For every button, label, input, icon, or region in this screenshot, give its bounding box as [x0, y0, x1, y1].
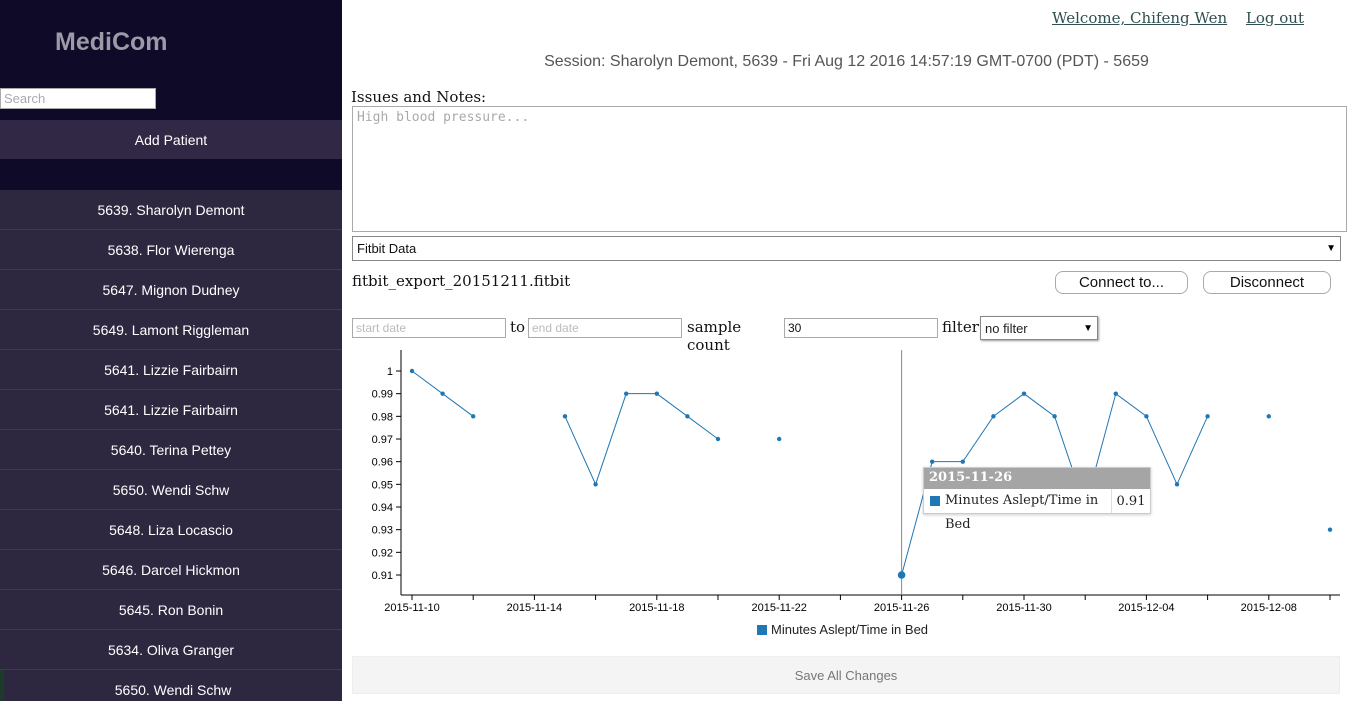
add-patient-button[interactable]: Add Patient: [0, 120, 342, 159]
data-point: [897, 571, 906, 579]
patient-list-item[interactable]: 5641. Lizzie Fairbairn: [0, 390, 342, 430]
data-point: [960, 459, 965, 464]
x-tick-label: 2015-12-08: [1241, 602, 1297, 614]
patient-list-item[interactable]: 5639. Sharolyn Demont: [0, 190, 342, 230]
to-label: to: [510, 318, 526, 336]
sample-count-input[interactable]: [784, 318, 938, 338]
y-tick-label: 0.94: [372, 502, 393, 514]
data-point: [440, 391, 445, 396]
search-input[interactable]: [0, 88, 156, 109]
data-point: [624, 391, 629, 396]
patient-list-item[interactable]: 5650. Wendi Schw: [0, 470, 342, 510]
x-tick-label: 2015-11-10: [384, 602, 439, 614]
data-point: [1205, 414, 1210, 419]
x-tick-label: 2015-11-18: [629, 602, 684, 614]
data-point: [1266, 414, 1271, 419]
y-tick-label: 0.91: [372, 570, 393, 582]
data-point: [409, 368, 415, 374]
session-info: Session: Sharolyn Demont, 5639 - Fri Aug…: [544, 53, 1149, 70]
x-tick-label: 2015-12-04: [1118, 602, 1174, 614]
fitbit-chart[interactable]: 0.91 0.92 0.93 0.94 0.95 0.96 0.97 0.98 0.99 1 201…: [352, 346, 1344, 616]
save-all-button[interactable]: Save All Changes: [352, 656, 1340, 694]
x-tick-label: 2015-11-30: [996, 602, 1051, 614]
x-tick-label: 2015-11-14: [507, 602, 562, 614]
data-point: [654, 391, 659, 396]
patient-list-item[interactable]: 5634. Oliva Granger: [0, 630, 342, 670]
tooltip-series-name: Minutes Aslept/Time in Bed: [945, 489, 1112, 532]
data-point: [1327, 527, 1333, 532]
data-point: [715, 436, 721, 442]
tooltip-row: Minutes Aslept/Time in Bed 0.91: [924, 489, 1150, 532]
x-tick-label: 2015-11-26: [874, 602, 929, 614]
y-tick-label: 0.95: [372, 479, 393, 491]
sidebar: MediCom Add Patient 5639. Sharolyn Demon…: [0, 0, 342, 701]
y-tick-label: 0.97: [372, 434, 393, 446]
data-source-select[interactable]: Fitbit Data ▼: [352, 236, 1341, 261]
patient-list-item[interactable]: 5638. Flor Wierenga: [0, 230, 342, 270]
filter-label: filter: [942, 318, 979, 336]
y-tick-label: 0.96: [372, 457, 393, 469]
legend-swatch: [757, 624, 767, 635]
tooltip-value: 0.91: [1116, 493, 1146, 509]
patient-list-item[interactable]: 5645. Ron Bonin: [0, 590, 342, 630]
welcome-link[interactable]: Welcome, Chifeng Wen: [1052, 9, 1227, 27]
notes-label: Issues and Notes:: [351, 88, 487, 106]
data-point: [991, 414, 996, 419]
data-point: [562, 414, 568, 419]
patient-list-item[interactable]: 5648. Liza Locascio: [0, 510, 342, 550]
y-tick-label: 1: [387, 366, 393, 378]
filter-selected: no filter: [985, 320, 1028, 336]
disconnect-button[interactable]: Disconnect: [1203, 271, 1331, 294]
data-point: [1052, 414, 1057, 419]
y-tick-label: 0.93: [372, 525, 393, 537]
patient-list-item[interactable]: 5647. Mignon Dudney: [0, 270, 342, 310]
user-header: Welcome, Chifeng Wen Log out: [1038, 9, 1304, 27]
chart-legend[interactable]: Minutes Aslept/Time in Bed: [757, 622, 928, 637]
data-point: [1021, 391, 1027, 396]
data-point: [777, 436, 782, 442]
data-point: [1113, 391, 1118, 396]
file-name: fitbit_export_20151211.fitbit: [352, 272, 571, 290]
data-point: [593, 482, 598, 487]
tooltip-date: 2015-11-26: [924, 468, 1150, 489]
notes-textarea[interactable]: [352, 106, 1347, 232]
patient-list-item[interactable]: 5640. Terina Pettey: [0, 430, 342, 470]
data-source-selected: Fitbit Data: [357, 241, 417, 256]
data-point: [1174, 482, 1180, 487]
patient-list: 5639. Sharolyn Demont 5638. Flor Wiereng…: [0, 190, 342, 701]
dropdown-arrow-icon: ▼: [1326, 243, 1336, 254]
patient-list-item[interactable]: 5641. Lizzie Fairbairn: [0, 350, 342, 390]
data-point: [1144, 414, 1149, 419]
y-tick-label: 0.98: [372, 411, 393, 423]
connect-button[interactable]: Connect to...: [1055, 271, 1188, 294]
data-point: [930, 459, 935, 464]
y-tick-label: 0.92: [372, 547, 393, 559]
start-date-input[interactable]: [352, 318, 506, 338]
chart-tooltip: 2015-11-26 Minutes Aslept/Time in Bed 0.…: [923, 467, 1151, 532]
x-tick-label: 2015-11-22: [751, 602, 806, 614]
patient-list-item[interactable]: 5646. Darcel Hickmon: [0, 550, 342, 590]
app-logo: MediCom: [55, 28, 168, 56]
y-tick-label: 0.99: [372, 389, 393, 401]
filter-select[interactable]: no filter ▼: [980, 316, 1098, 340]
data-point: [471, 414, 476, 419]
patient-list-item[interactable]: 5650. Wendi Schw: [0, 670, 342, 701]
end-date-input[interactable]: [528, 318, 682, 338]
data-point: [685, 414, 690, 419]
logout-link[interactable]: Log out: [1246, 9, 1304, 27]
dropdown-arrow-icon: ▼: [1083, 322, 1093, 334]
legend-label: Minutes Aslept/Time in Bed: [771, 622, 929, 637]
series-line: [564, 393, 719, 486]
patient-list-item[interactable]: 5649. Lamont Riggleman: [0, 310, 342, 350]
tooltip-series-swatch: [930, 496, 940, 506]
